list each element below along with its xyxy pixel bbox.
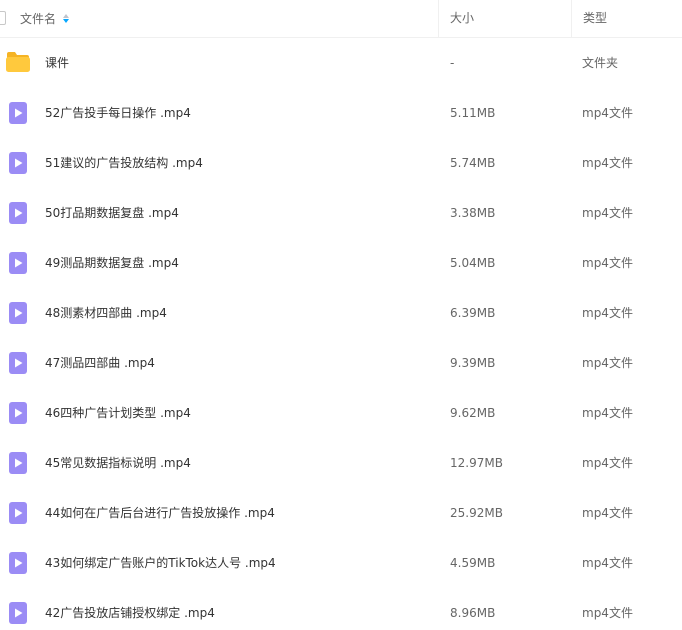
file-size: 5.11MB — [450, 106, 496, 120]
table-row[interactable]: 47测品四部曲 .mp4 9.39MB mp4文件 — [0, 338, 682, 388]
file-type: mp4文件 — [582, 556, 633, 570]
column-header-name[interactable]: 文件名 — [20, 10, 70, 27]
file-name[interactable]: 52广告投手每日操作 .mp4 — [45, 88, 191, 138]
file-type: mp4文件 — [582, 456, 633, 470]
file-size: 6.39MB — [450, 306, 496, 320]
file-name[interactable]: 42广告投放店铺授权绑定 .mp4 — [45, 588, 215, 630]
file-type: mp4文件 — [582, 256, 633, 270]
file-name[interactable]: 44如何在广告后台进行广告投放操作 .mp4 — [45, 488, 275, 538]
file-type: mp4文件 — [582, 156, 633, 170]
file-size: 9.39MB — [450, 356, 496, 370]
column-header-size[interactable]: 大小 — [438, 0, 582, 37]
video-icon — [7, 352, 29, 374]
column-header-size-label: 大小 — [450, 11, 475, 25]
video-icon — [7, 502, 29, 524]
file-type: mp4文件 — [582, 306, 633, 320]
file-rows: 课件 - 文件夹 52广告投手每日操作 .mp4 5.11MB mp4文件 51… — [0, 38, 682, 630]
table-row[interactable]: 51建议的广告投放结构 .mp4 5.74MB mp4文件 — [0, 138, 682, 188]
video-icon — [7, 302, 29, 324]
table-row[interactable]: 课件 - 文件夹 — [0, 38, 682, 88]
select-all-checkbox[interactable] — [0, 11, 6, 25]
file-type: mp4文件 — [582, 206, 633, 220]
video-icon — [7, 602, 29, 624]
file-size: - — [450, 56, 455, 70]
file-name[interactable]: 48测素材四部曲 .mp4 — [45, 288, 167, 338]
table-row[interactable]: 42广告投放店铺授权绑定 .mp4 8.96MB mp4文件 — [0, 588, 682, 630]
sort-icon[interactable] — [63, 13, 70, 24]
video-icon — [7, 452, 29, 474]
file-size: 8.96MB — [450, 606, 496, 620]
file-type: mp4文件 — [582, 506, 633, 520]
file-name[interactable]: 课件 — [45, 38, 69, 88]
table-row[interactable]: 43如何绑定广告账户的TikTok达人号 .mp4 4.59MB mp4文件 — [0, 538, 682, 588]
table-row[interactable]: 50打品期数据复盘 .mp4 3.38MB mp4文件 — [0, 188, 682, 238]
folder-icon — [6, 52, 30, 74]
file-size: 9.62MB — [450, 406, 496, 420]
file-type: mp4文件 — [582, 406, 633, 420]
file-name[interactable]: 45常见数据指标说明 .mp4 — [45, 438, 191, 488]
file-size: 12.97MB — [450, 456, 503, 470]
video-icon — [7, 152, 29, 174]
video-icon — [7, 402, 29, 424]
table-row[interactable]: 48测素材四部曲 .mp4 6.39MB mp4文件 — [0, 288, 682, 338]
file-type: 文件夹 — [582, 56, 619, 70]
table-row[interactable]: 49测品期数据复盘 .mp4 5.04MB mp4文件 — [0, 238, 682, 288]
file-type: mp4文件 — [582, 606, 633, 620]
video-icon — [7, 202, 29, 224]
file-size: 4.59MB — [450, 556, 496, 570]
table-header: 文件名 大小 类型 — [0, 0, 682, 38]
file-size: 5.04MB — [450, 256, 496, 270]
file-name[interactable]: 50打品期数据复盘 .mp4 — [45, 188, 179, 238]
column-header-type-label: 类型 — [583, 11, 608, 25]
file-type: mp4文件 — [582, 356, 633, 370]
video-icon — [7, 102, 29, 124]
file-size: 5.74MB — [450, 156, 496, 170]
table-row[interactable]: 45常见数据指标说明 .mp4 12.97MB mp4文件 — [0, 438, 682, 488]
file-list: 文件名 大小 类型 课件 - 文件夹 52广告投手每日操作 .mp4 5.11M… — [0, 0, 682, 630]
file-name[interactable]: 51建议的广告投放结构 .mp4 — [45, 138, 203, 188]
video-icon — [7, 252, 29, 274]
file-name[interactable]: 43如何绑定广告账户的TikTok达人号 .mp4 — [45, 538, 276, 588]
file-name[interactable]: 47测品四部曲 .mp4 — [45, 338, 155, 388]
column-header-type[interactable]: 类型 — [571, 0, 682, 37]
file-name[interactable]: 46四种广告计划类型 .mp4 — [45, 388, 191, 438]
file-type: mp4文件 — [582, 106, 633, 120]
table-row[interactable]: 44如何在广告后台进行广告投放操作 .mp4 25.92MB mp4文件 — [0, 488, 682, 538]
file-size: 3.38MB — [450, 206, 496, 220]
file-size: 25.92MB — [450, 506, 503, 520]
column-header-name-label: 文件名 — [20, 12, 57, 26]
video-icon — [7, 552, 29, 574]
table-row[interactable]: 52广告投手每日操作 .mp4 5.11MB mp4文件 — [0, 88, 682, 138]
table-row[interactable]: 46四种广告计划类型 .mp4 9.62MB mp4文件 — [0, 388, 682, 438]
file-name[interactable]: 49测品期数据复盘 .mp4 — [45, 238, 179, 288]
